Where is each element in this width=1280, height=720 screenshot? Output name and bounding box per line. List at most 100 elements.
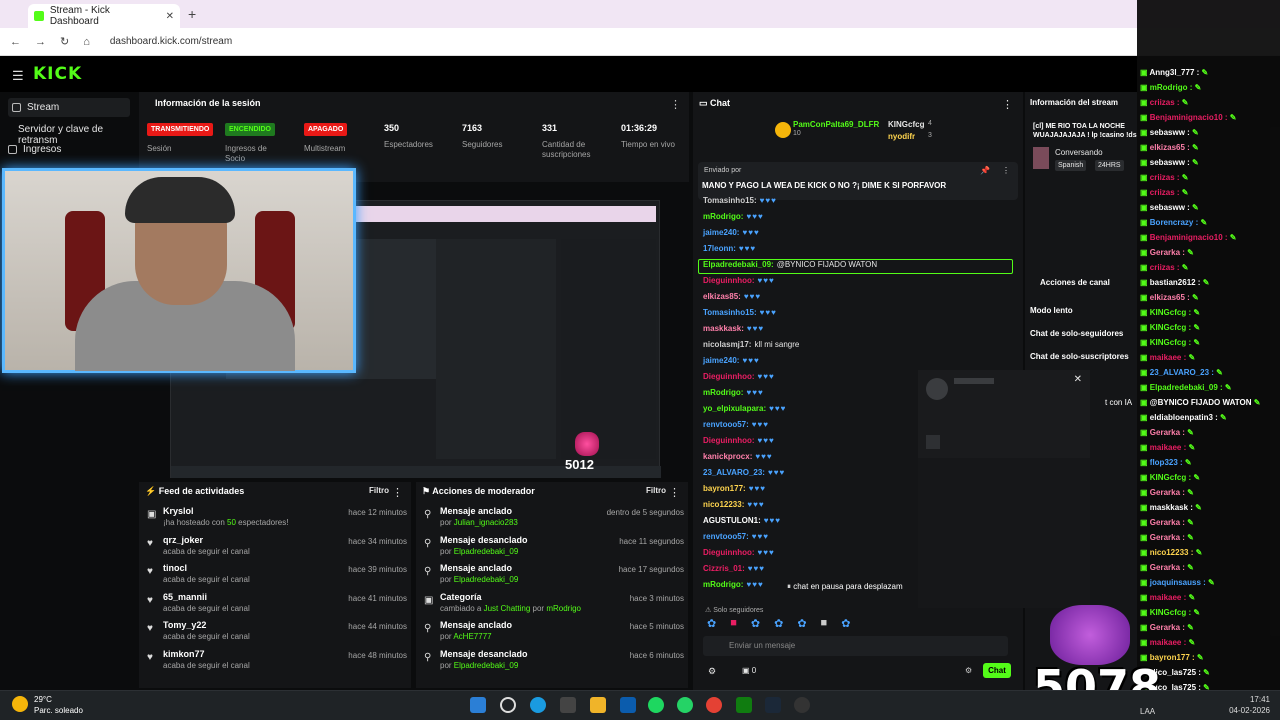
- sidebar-item-stream[interactable]: Stream: [8, 98, 130, 117]
- mod-filter-button[interactable]: Filtro: [646, 486, 666, 495]
- steam-icon[interactable]: [765, 697, 781, 713]
- more-options-icon[interactable]: ⋮: [392, 486, 403, 499]
- pin-icon[interactable]: 📌: [980, 166, 990, 175]
- close-tab-icon[interactable]: ✕: [166, 11, 174, 22]
- chat-username[interactable]: mRodrigo:: [703, 580, 743, 589]
- emote-icon[interactable]: ✿: [841, 617, 850, 633]
- kick-logo[interactable]: KICK: [33, 64, 82, 84]
- clock[interactable]: 17:41 04-02-2026: [1222, 694, 1270, 716]
- chat-username[interactable]: yo_elpixulapara:: [703, 404, 766, 413]
- start-icon[interactable]: [470, 697, 486, 713]
- chat-username[interactable]: kanickprocx:: [703, 452, 752, 461]
- activity-user[interactable]: qrz_joker: [163, 535, 203, 545]
- chat-username[interactable]: renvtooo57:: [703, 532, 749, 541]
- more-options-icon[interactable]: ⋮: [669, 486, 680, 499]
- chat-username[interactable]: AGUSTULON1:: [703, 516, 761, 525]
- pinned-more-icon[interactable]: ⋮: [1002, 166, 1010, 175]
- chat-gear-icon[interactable]: ⚙: [965, 666, 972, 675]
- app-icon[interactable]: [794, 697, 810, 713]
- activity-user[interactable]: tinocl: [163, 563, 187, 573]
- activity-user[interactable]: kimkon77: [163, 649, 205, 659]
- search-icon[interactable]: [500, 697, 516, 713]
- chat-username[interactable]: Tomasinho15:: [703, 196, 757, 205]
- chat-paused-notice[interactable]: ⏸ chat en pausa para desplazam: [785, 580, 905, 594]
- chrome-icon[interactable]: [706, 697, 722, 713]
- whatsapp-icon[interactable]: [677, 697, 693, 713]
- chat-username[interactable]: mRodrigo:: [703, 212, 743, 221]
- chat-username[interactable]: 17leonn:: [703, 244, 736, 253]
- chat-username[interactable]: elkizas85:: [703, 292, 741, 301]
- send-chat-button[interactable]: Chat: [983, 663, 1011, 678]
- chat-username[interactable]: nicolasmj17:: [703, 340, 751, 349]
- activity-user[interactable]: 65_mannii: [163, 592, 207, 602]
- activity-user[interactable]: Kryslol: [163, 506, 194, 516]
- emote-icon[interactable]: ■: [821, 617, 828, 633]
- sidebar-item-revenue[interactable]: Ingresos: [8, 144, 61, 155]
- chat-username[interactable]: jaime240:: [703, 356, 739, 365]
- chat-username[interactable]: 23_ALVARO_23:: [703, 468, 765, 477]
- mod-user[interactable]: mRodrigo: [546, 604, 581, 613]
- chat-username[interactable]: mRodrigo:: [703, 388, 743, 397]
- top-user-3[interactable]: nyodifr: [888, 132, 915, 141]
- mod-user[interactable]: Just Chatting: [484, 604, 531, 613]
- feed-filter-button[interactable]: Filtro: [369, 486, 389, 495]
- overlay-chat-line: ▣ criizas : ✎: [1140, 98, 1189, 107]
- emote-icon[interactable]: ■: [730, 617, 737, 633]
- emote-icon[interactable]: ✿: [774, 617, 783, 633]
- chat-message: renvtooo57: ♥♥♥: [703, 532, 769, 541]
- chat-username[interactable]: Cizzris_01:: [703, 564, 745, 573]
- pinned-message[interactable]: Enviado por MANO Y PAGO LA WEA DE KICK O…: [698, 162, 1018, 200]
- url-field[interactable]: dashboard.kick.com/stream: [110, 36, 232, 47]
- chat-message: nico12233: ♥♥♥: [703, 500, 765, 509]
- chat-username[interactable]: Tomasinho15:: [703, 308, 757, 317]
- sidebar-item-server-key[interactable]: Servidor y clave de retransm: [18, 124, 138, 146]
- chat-username[interactable]: Dieguinnhoo:: [703, 276, 755, 285]
- mod-user[interactable]: Julian_ignacio283: [454, 518, 518, 527]
- chat-username[interactable]: bayron177:: [703, 484, 746, 493]
- chat-settings-icon[interactable]: ⚙: [708, 666, 716, 677]
- close-icon[interactable]: ✕: [1074, 374, 1082, 385]
- back-icon[interactable]: ←: [10, 36, 21, 48]
- edge-icon[interactable]: [530, 697, 546, 713]
- forward-icon[interactable]: →: [35, 36, 46, 48]
- xbox-icon[interactable]: [736, 697, 752, 713]
- subs-value: 331: [542, 123, 558, 133]
- top-user-1[interactable]: PamConPalta69_DLFR: [793, 120, 879, 129]
- chat-username[interactable]: maskkask:: [703, 324, 744, 333]
- folder-icon[interactable]: [590, 697, 606, 713]
- weather-widget[interactable]: 29°C Parc. soleado: [34, 694, 83, 716]
- more-options-icon[interactable]: ⋮: [670, 98, 681, 111]
- top-user-2[interactable]: KINGcfcg: [888, 120, 924, 129]
- chat-username[interactable]: nico12233:: [703, 500, 744, 509]
- emote-icon[interactable]: ✿: [797, 617, 806, 633]
- mod-user[interactable]: Elpadredebaki_09: [454, 547, 519, 556]
- chat-username[interactable]: Dieguinnhoo:: [703, 372, 755, 381]
- mod-user[interactable]: Elpadredebaki_09: [454, 575, 519, 584]
- chat-message-input[interactable]: Enviar un mensaje: [703, 636, 1008, 656]
- settings-icon[interactable]: [620, 697, 636, 713]
- browser-tab[interactable]: Stream - Kick Dashboard ✕: [28, 4, 180, 28]
- subscribers-only-toggle[interactable]: Chat de solo-suscriptores: [1030, 352, 1129, 361]
- store-icon[interactable]: [560, 697, 576, 713]
- emote-icon[interactable]: ✿: [751, 617, 760, 633]
- spotify-icon[interactable]: [648, 697, 664, 713]
- home-icon[interactable]: ⌂: [83, 36, 90, 48]
- mod-user[interactable]: Elpadredebaki_09: [454, 661, 519, 670]
- slow-mode-toggle[interactable]: Modo lento: [1030, 306, 1073, 315]
- chat-username[interactable]: renvtooo57:: [703, 420, 749, 429]
- menu-icon[interactable]: ☰: [12, 68, 24, 84]
- new-tab-icon[interactable]: +: [188, 6, 196, 22]
- reload-icon[interactable]: ↻: [60, 35, 69, 48]
- emote-icon[interactable]: ✿: [707, 617, 716, 633]
- activity-user[interactable]: Tomy_y22: [163, 620, 206, 630]
- chat-username[interactable]: Elpadredebaki_09:: [703, 260, 774, 269]
- placeholder-line: [954, 378, 994, 384]
- chat-username[interactable]: Dieguinnhoo:: [703, 436, 755, 445]
- chat-username[interactable]: Dieguinnhoo:: [703, 548, 755, 557]
- chat-username[interactable]: jaime240:: [703, 228, 739, 237]
- followers-only-toggle[interactable]: Chat de solo-seguidores: [1030, 329, 1123, 338]
- mod-user[interactable]: AcHE7777: [453, 632, 491, 641]
- language-indicator[interactable]: LAA: [1140, 707, 1155, 716]
- ai-chat-toggle[interactable]: t con IA: [1105, 398, 1132, 407]
- more-options-icon[interactable]: ⋮: [1002, 98, 1013, 111]
